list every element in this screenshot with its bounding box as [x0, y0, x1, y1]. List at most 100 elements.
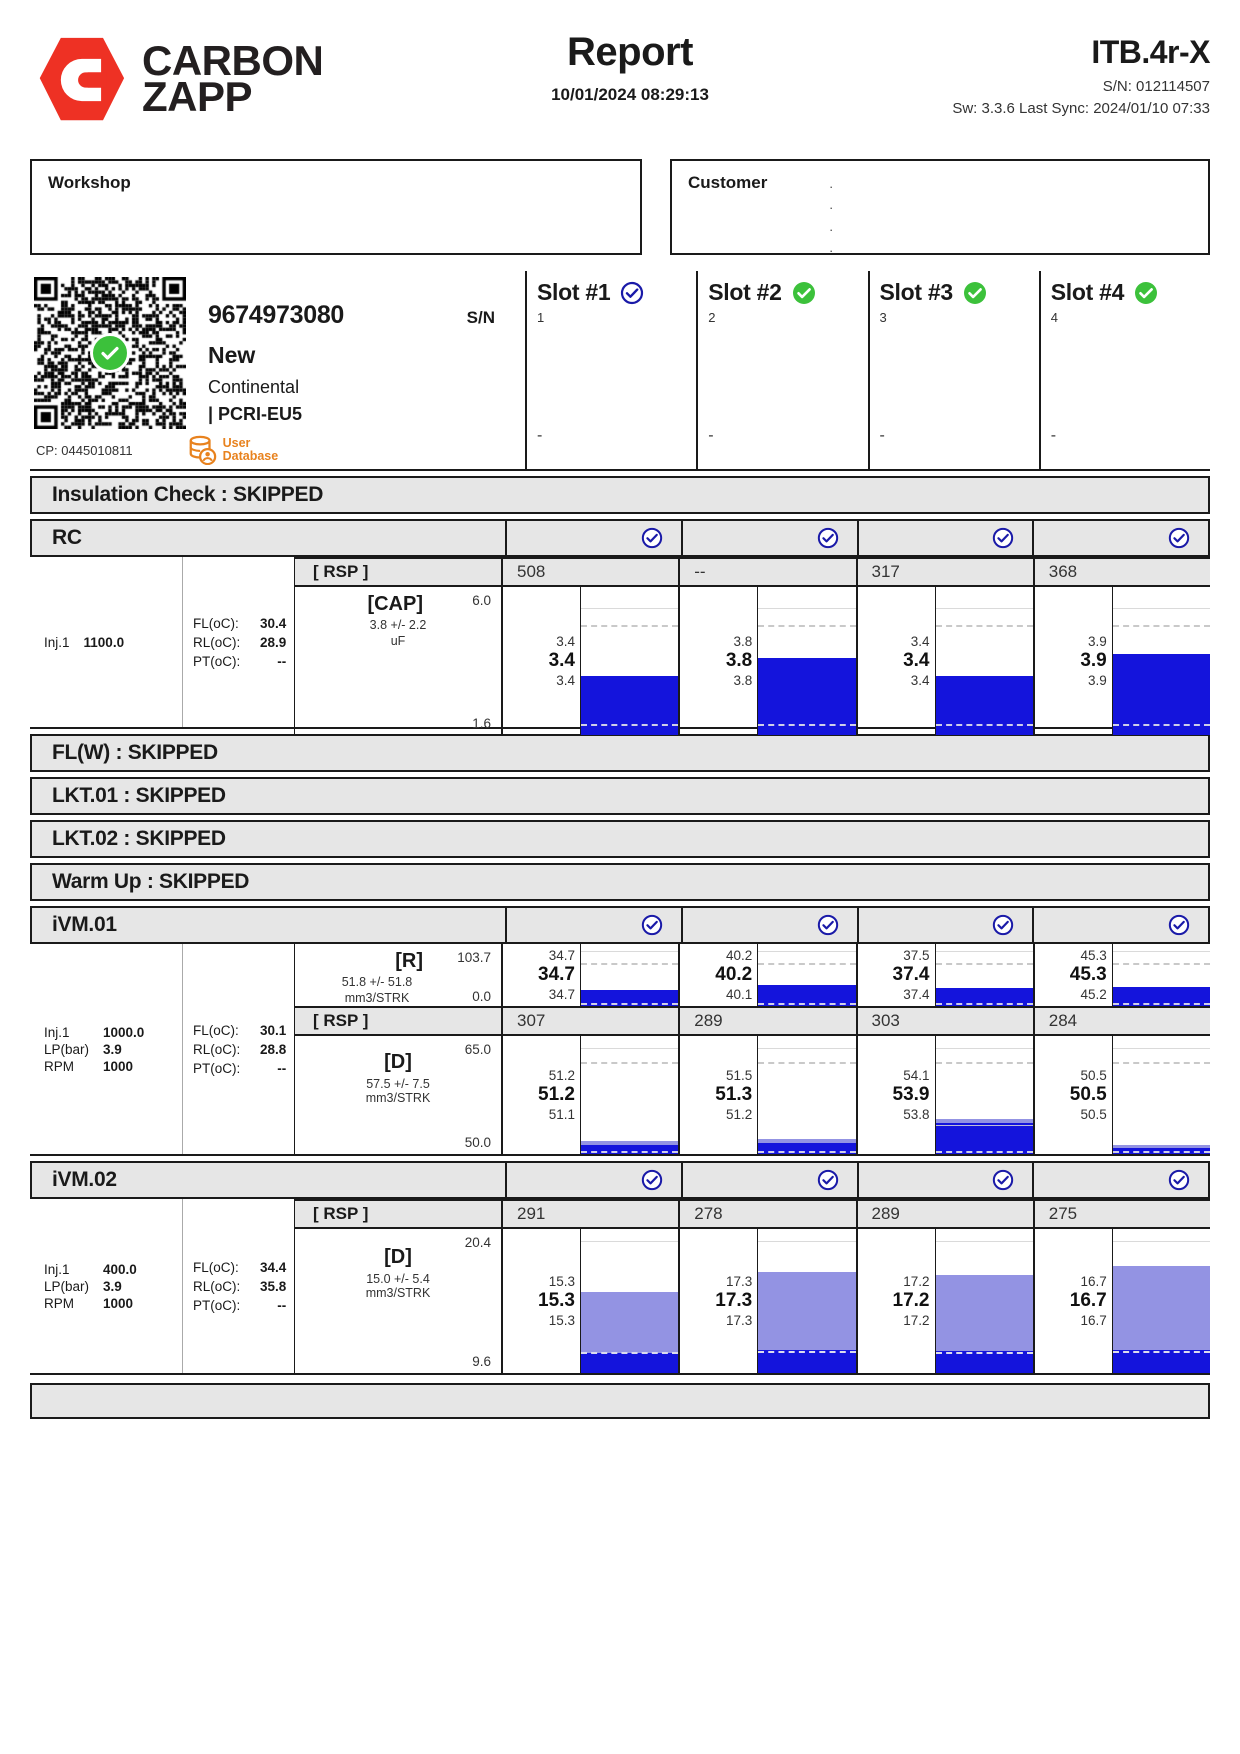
value-low: 34.7: [548, 987, 575, 1002]
axis-max: 6.0: [472, 593, 491, 608]
ivm01-r-chart-cells: 34.7 34.7 34.7 40.2 40.2 40.1 37.5 37.4 …: [501, 944, 1210, 1006]
rc-chart-slot-4: 3.9 3.9 3.9: [1032, 587, 1210, 735]
rc-parameters: Inj.1 1100.0: [30, 557, 182, 727]
value-low: 53.8: [903, 1107, 930, 1122]
ivm01-parameters: Inj.1 1000.0 LP(bar) 3.9 RPM 1000: [30, 944, 182, 1154]
value-low: 51.1: [548, 1107, 575, 1122]
slot-header-4[interactable]: Slot #4 4 -: [1038, 271, 1210, 469]
cp-number: CP: 0445010811: [36, 442, 133, 458]
param-key: Inj.1: [44, 1024, 70, 1040]
rc-chart-slot-3: 3.4 3.4 3.4: [855, 587, 1033, 735]
rc-rsp-value-4: 368: [1032, 557, 1210, 587]
section-label: iVM.01: [52, 913, 117, 936]
bar-chart-plot: [935, 944, 1033, 1006]
value-high: 3.4: [910, 634, 930, 649]
bar-chart-plot: [1112, 587, 1210, 735]
database-line-2: Database: [222, 449, 279, 463]
value-low: 45.2: [1080, 987, 1107, 1002]
ivm02-d-chart-slot-1: 15.3 15.3 15.3: [501, 1229, 679, 1373]
brand-line-2: ZAPP: [142, 73, 253, 120]
rc-rsp-value-2: --: [678, 557, 856, 587]
ivm02-d-chart-cells: 15.3 15.3 15.3 17.3 17.3 17.3 17.2 17.2 …: [501, 1229, 1210, 1373]
value-high: 45.3: [1080, 948, 1107, 963]
ivm01-d-chart-slot-1: 51.2 51.2 51.1: [501, 1036, 679, 1154]
temp-row: RL(oC): 35.8: [193, 1277, 286, 1296]
bar-chart-plot: [1112, 1229, 1210, 1373]
customer-values: . . . .: [829, 173, 833, 259]
param-value: 1000.0: [103, 1024, 145, 1040]
param-row: Inj.1 1000.0: [44, 1024, 144, 1041]
ivm02-d-chart-slot-4: 16.7 16.7 16.7: [1032, 1229, 1210, 1373]
ivm01-rsp-value-4: 284: [1032, 1006, 1210, 1036]
brand-wordmark: CARBON ZAPP: [142, 39, 324, 120]
temp-value: 28.9: [259, 634, 287, 650]
ivm02-rsp-label-cell: [ RSP ]: [294, 1199, 501, 1229]
param-key: Inj.1: [44, 634, 70, 650]
metric-unit: mm3/STRK: [365, 1286, 431, 1300]
ivm01-r-chart-slot-1: 34.7 34.7 34.7: [501, 944, 679, 1006]
value-low: 15.3: [548, 1313, 575, 1328]
temp-row: PT(oC): --: [193, 1296, 286, 1315]
axis-max: 103.7: [457, 950, 491, 965]
serial-label: S/N: [466, 308, 495, 327]
temp-value: 34.4: [259, 1259, 287, 1275]
temp-key: PT(oC):: [193, 653, 241, 669]
slot-header-1[interactable]: Slot #1 1 -: [525, 271, 696, 469]
ivm01-d-legend: 65.0 [D] 57.5 +/- 7.5 mm3/STRK 50.0: [294, 1036, 501, 1154]
value-main: 40.2: [715, 964, 753, 985]
report-title-block: Report 10/01/2024 08:29:13: [450, 22, 810, 105]
ivm01-rsp-value-1: 307: [501, 1006, 679, 1036]
customer-line: .: [829, 197, 833, 213]
slot-header-2[interactable]: Slot #2 2 -: [696, 271, 867, 469]
axis-max: 65.0: [464, 1042, 491, 1057]
rc-rsp-value-1: 508: [501, 557, 679, 587]
slot-status-outline-check-icon: [620, 281, 644, 305]
ivm02-rsp-value-3: 289: [855, 1199, 1033, 1229]
value-main: 37.4: [892, 964, 930, 985]
ivm01-d-chart-cells: 51.2 51.2 51.1 51.5 51.3 51.2 54.1 53.9 …: [501, 1036, 1210, 1154]
metric-spec: 3.8 +/- 2.2: [369, 618, 427, 632]
metric-spec: 15.0 +/- 5.4: [366, 1272, 430, 1286]
param-row: RPM 1000: [44, 1058, 144, 1075]
value-high: 37.5: [903, 948, 930, 963]
section-ivm01-status-4: [1032, 908, 1208, 942]
value-low: 51.2: [725, 1107, 753, 1122]
temp-value: 30.1: [259, 1022, 287, 1038]
temp-row: PT(oC): --: [193, 1059, 286, 1078]
slot-header-3[interactable]: Slot #3 3 -: [867, 271, 1039, 469]
value-high: 50.5: [1080, 1068, 1107, 1083]
ivm02-temperatures: FL(oC): 34.4 RL(oC): 35.8 PT(oC): --: [182, 1199, 294, 1373]
value-high: 15.3: [548, 1274, 575, 1289]
ivm02-d-legend: 20.4 [D] 15.0 +/- 5.4 mm3/STRK 9.6: [294, 1229, 501, 1373]
value-main: 3.9: [1080, 650, 1107, 671]
ivm01-d-chart-slot-4: 50.5 50.5 50.5: [1032, 1036, 1210, 1154]
value-main: 16.7: [1069, 1290, 1107, 1311]
ivm01-rsp-value-2: 289: [678, 1006, 856, 1036]
slot-index: 3: [879, 310, 887, 325]
slot-title: Slot #1: [537, 279, 611, 305]
value-high: 34.7: [548, 948, 575, 963]
customer-line: .: [829, 176, 833, 191]
temp-key: FL(oC):: [193, 1022, 239, 1038]
value-low: 37.4: [903, 987, 930, 1002]
param-key: LP(bar): [44, 1278, 90, 1294]
section-label: Warm Up : SKIPPED: [52, 870, 250, 893]
qr-code-icon: [34, 277, 186, 429]
value-main: 17.2: [892, 1290, 930, 1311]
rsp-label: [ RSP ]: [313, 1204, 369, 1223]
temp-key: RL(oC):: [193, 1041, 241, 1057]
rc-chart-slot-1: 3.4 3.4 3.4: [501, 587, 679, 735]
temp-row: FL(oC): 30.4: [193, 614, 286, 633]
cp-row: CP: 0445010811 User Database: [34, 435, 521, 465]
database-icon: [189, 435, 216, 465]
part-brand: Continental: [208, 377, 300, 397]
temp-key: PT(oC):: [193, 1297, 241, 1313]
part-condition: New: [208, 342, 256, 368]
bar-chart-plot: [1112, 1036, 1210, 1154]
report-datetime: 10/01/2024 08:29:13: [551, 85, 709, 104]
value-high: 40.2: [725, 948, 753, 963]
value-main: 17.3: [715, 1290, 753, 1311]
bar-chart-plot: [758, 1229, 856, 1373]
section-ivm02-status-4: [1032, 1163, 1208, 1197]
brand-block: CARBON ZAPP: [30, 22, 450, 124]
